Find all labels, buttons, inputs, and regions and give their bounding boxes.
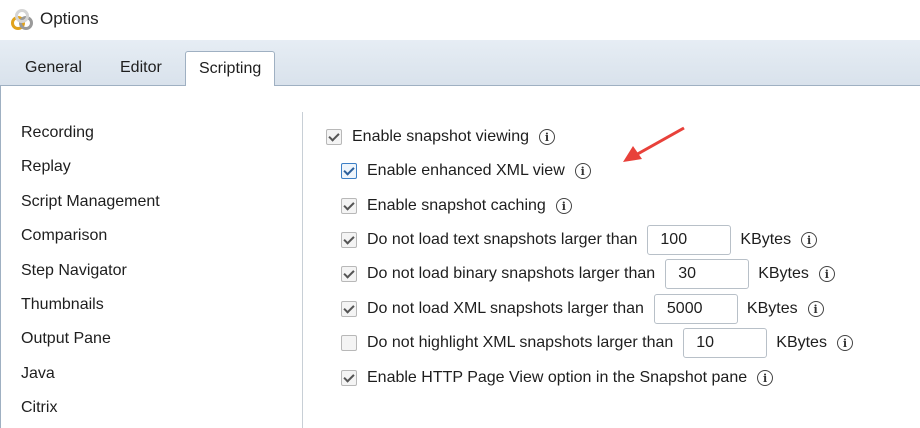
sidebar-item-script-management[interactable]: Script Management	[21, 193, 160, 211]
info-icon[interactable]: i	[818, 266, 835, 282]
text-limit-label: Do not load text snapshots larger than	[367, 231, 638, 248]
title-bar: Options	[0, 0, 920, 40]
arrow-shaft	[633, 126, 685, 158]
sidebar-item-java[interactable]: Java	[21, 365, 55, 383]
text-limit-row: Do not load text snapshots larger than K…	[341, 225, 818, 255]
xml-limit-row: Do not load XML snapshots larger than KB…	[341, 294, 824, 324]
sidebar-item-citrix[interactable]: Citrix	[21, 399, 57, 417]
window-title: Options	[40, 9, 99, 28]
text-limit-checkbox[interactable]	[341, 232, 357, 248]
info-icon[interactable]: i	[757, 370, 774, 386]
enable-snapshot-caching-row: Enable snapshot caching i	[341, 194, 572, 218]
enable-snapshot-caching-checkbox[interactable]	[341, 198, 357, 214]
binary-limit-unit: KBytes	[758, 265, 809, 282]
http-page-view-checkbox[interactable]	[341, 370, 357, 386]
binary-limit-input[interactable]	[665, 259, 750, 289]
highlight-limit-row: Do not highlight XML snapshots larger th…	[341, 328, 853, 358]
sidebar-item-comparison[interactable]: Comparison	[21, 227, 107, 245]
sidebar-item-step-navigator[interactable]: Step Navigator	[21, 262, 127, 280]
annotation-arrow-icon	[623, 126, 685, 162]
info-icon[interactable]: i	[801, 232, 818, 248]
sidebar-item-recording[interactable]: Recording	[21, 124, 94, 142]
enable-enhanced-xml-view-label: Enable enhanced XML view	[367, 162, 565, 179]
info-icon[interactable]: i	[539, 129, 556, 145]
binary-limit-label: Do not load binary snapshots larger than	[367, 265, 656, 282]
info-icon[interactable]: i	[555, 198, 572, 214]
enable-snapshot-viewing-label: Enable snapshot viewing	[352, 128, 530, 145]
binary-limit-row: Do not load binary snapshots larger than…	[341, 259, 835, 289]
text-limit-unit: KBytes	[740, 231, 792, 248]
highlight-limit-input[interactable]	[683, 328, 768, 358]
chain-link-icon	[11, 9, 33, 30]
highlight-limit-checkbox[interactable]	[341, 335, 357, 351]
enable-snapshot-caching-label: Enable snapshot caching	[367, 197, 546, 214]
http-page-view-label: Enable HTTP Page View option in the Snap…	[367, 369, 748, 386]
highlight-limit-label: Do not highlight XML snapshots larger th…	[367, 334, 674, 351]
enable-enhanced-xml-view-row: Enable enhanced XML view i	[341, 159, 591, 183]
info-icon[interactable]: i	[807, 301, 824, 317]
highlight-limit-unit: KBytes	[776, 334, 827, 351]
text-limit-input[interactable]	[647, 225, 732, 255]
binary-limit-checkbox[interactable]	[341, 266, 357, 282]
xml-limit-checkbox[interactable]	[341, 301, 357, 317]
xml-limit-label: Do not load XML snapshots larger than	[367, 300, 644, 317]
xml-limit-unit: KBytes	[746, 300, 798, 317]
panel-divider	[302, 112, 303, 428]
info-icon[interactable]: i	[836, 335, 853, 351]
tab-general[interactable]: General	[12, 51, 95, 85]
xml-limit-input[interactable]	[653, 294, 738, 324]
sidebar-item-replay[interactable]: Replay	[21, 158, 71, 176]
enable-snapshot-viewing-row: Enable snapshot viewing i	[326, 125, 556, 149]
tab-editor[interactable]: Editor	[107, 51, 175, 85]
http-page-view-row: Enable HTTP Page View option in the Snap…	[341, 366, 774, 390]
enable-enhanced-xml-view-checkbox[interactable]	[341, 163, 357, 179]
enable-snapshot-viewing-checkbox[interactable]	[326, 129, 342, 145]
info-icon[interactable]: i	[574, 163, 591, 179]
sidebar-item-output-pane[interactable]: Output Pane	[21, 330, 111, 348]
tab-scripting[interactable]: Scripting	[185, 51, 276, 87]
sidebar-item-thumbnails[interactable]: Thumbnails	[21, 296, 104, 314]
